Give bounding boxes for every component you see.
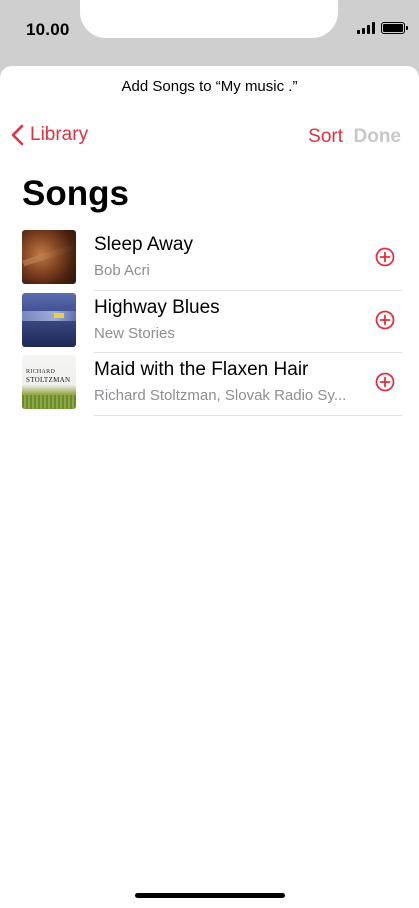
song-title: Maid with the Flaxen Hair	[94, 359, 309, 380]
song-artist: New Stories	[94, 324, 175, 342]
songs-list: Sleep Away Bob Acri Highway Blues New St…	[0, 228, 419, 416]
song-row[interactable]: Highway Blues New Stories	[0, 291, 419, 353]
add-song-icon[interactable]	[375, 372, 395, 392]
album-art	[22, 292, 76, 347]
chevron-left-icon	[11, 124, 24, 146]
add-songs-sheet: Add Songs to “My music .” Library Sort D…	[0, 66, 419, 908]
song-title: Highway Blues	[94, 296, 220, 318]
song-artist: Richard Stoltzman, Slovak Radio Sy...	[94, 387, 347, 404]
battery-icon	[381, 22, 408, 34]
album-art-text: RICHARD	[26, 369, 56, 375]
album-art: RICHARD STOLTZMAN	[22, 355, 76, 409]
sort-button[interactable]: Sort	[308, 126, 343, 148]
album-art-text: STOLTZMAN	[26, 376, 71, 384]
add-song-icon[interactable]	[375, 247, 395, 267]
status-icons	[357, 22, 408, 34]
back-button[interactable]: Library	[10, 124, 88, 146]
song-artist: Bob Acri	[94, 262, 150, 279]
song-row[interactable]: RICHARD STOLTZMAN Maid with the Flaxen H…	[0, 353, 419, 416]
row-divider	[94, 414, 402, 416]
album-art	[22, 230, 76, 284]
add-song-icon[interactable]	[375, 310, 395, 330]
song-title: Sleep Away	[94, 234, 193, 255]
done-button[interactable]: Done	[354, 126, 402, 148]
status-time: 10.00	[26, 20, 70, 39]
page-title: Songs	[22, 174, 129, 213]
home-indicator[interactable]	[135, 893, 285, 898]
device-notch	[80, 0, 338, 38]
song-row[interactable]: Sleep Away Bob Acri	[0, 228, 419, 291]
cellular-signal-icon	[357, 22, 375, 34]
back-button-label: Library	[30, 124, 89, 145]
navigation-bar: Library Sort Done	[0, 124, 419, 154]
sheet-prompt: Add Songs to “My music .”	[121, 78, 298, 95]
